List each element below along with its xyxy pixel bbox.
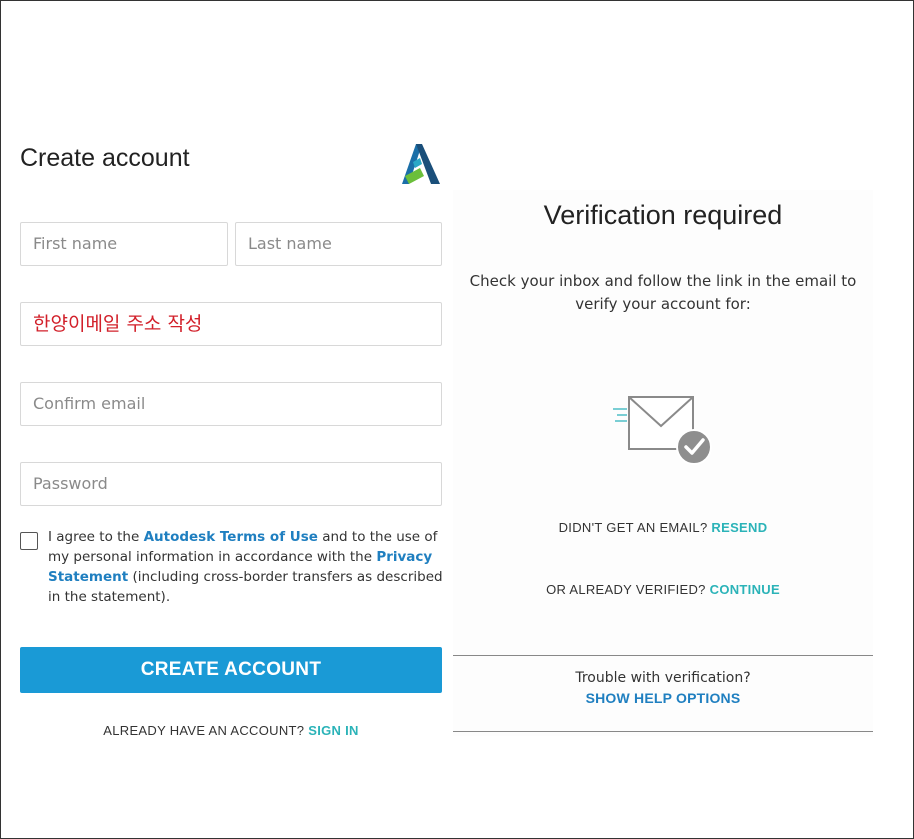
terms-checkbox[interactable]	[20, 532, 38, 550]
continue-row: OR ALREADY VERIFIED? CONTINUE	[453, 582, 873, 597]
trouble-text: Trouble with verification?	[575, 670, 751, 686]
verification-message: Check your inbox and follow the link in …	[469, 272, 857, 313]
continue-link[interactable]: CONTINUE	[710, 582, 780, 597]
resend-row: DIDN'T GET AN EMAIL? RESEND	[453, 520, 873, 535]
signin-prompt: ALREADY HAVE AN ACCOUNT?	[103, 723, 309, 738]
email-input[interactable]: 한양이메일 주소 작성	[20, 302, 442, 346]
password-input[interactable]: Password	[20, 462, 442, 506]
confirm-email-input[interactable]: Confirm email	[20, 382, 442, 426]
create-account-button[interactable]: CREATE ACCOUNT	[20, 647, 442, 693]
verification-title: Verification required	[543, 200, 783, 230]
continue-prompt: OR ALREADY VERIFIED?	[546, 582, 710, 597]
page-title: Create account	[20, 144, 190, 172]
divider-bottom	[453, 731, 873, 732]
consent-text: I agree to the Autodesk Terms of Use and…	[48, 527, 444, 607]
terms-of-use-link[interactable]: Autodesk Terms of Use	[144, 529, 318, 545]
divider-top	[453, 655, 873, 656]
show-help-options-link[interactable]: SHOW HELP OPTIONS	[453, 690, 873, 706]
first-name-input[interactable]: First name	[20, 222, 228, 266]
consent-text-part1: I agree to the	[48, 529, 144, 545]
sign-in-link[interactable]: SIGN IN	[308, 723, 359, 738]
signin-row: ALREADY HAVE AN ACCOUNT? SIGN IN	[20, 723, 442, 738]
resend-link[interactable]: RESEND	[711, 520, 767, 535]
resend-prompt: DIDN'T GET AN EMAIL?	[558, 520, 712, 535]
verification-panel: Verification required Check your inbox a…	[453, 190, 873, 736]
last-name-input[interactable]: Last name	[235, 222, 442, 266]
email-verified-icon	[613, 396, 712, 465]
autodesk-logo-icon	[402, 144, 440, 184]
